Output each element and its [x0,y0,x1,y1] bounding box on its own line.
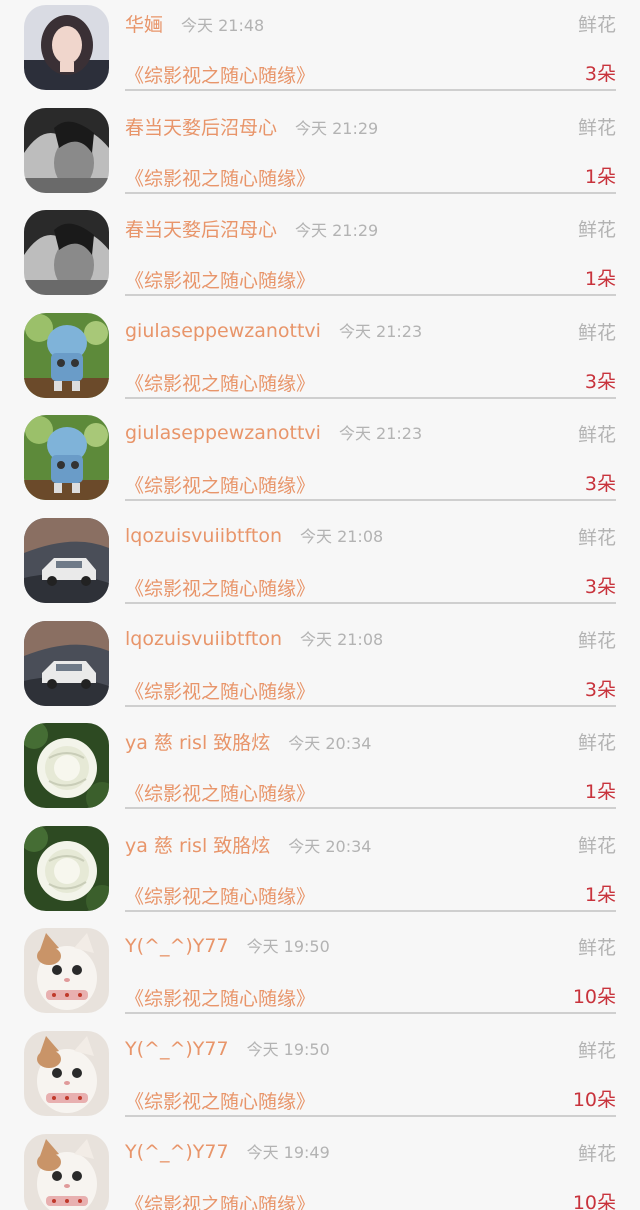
list-item[interactable]: giulaseppewzanottvi 今天 21:23 鲜花 《综影视之随心随缘… [0,410,640,513]
gift-count: 1朵 [584,883,616,906]
gift-type-label: 鲜花 [577,526,616,549]
book-title-link[interactable]: 《综影视之随心随缘》 [125,574,315,601]
book-title-link[interactable]: 《综影视之随心随缘》 [125,1087,315,1114]
book-title-link[interactable]: 《综影视之随心随缘》 [125,471,315,498]
user-name[interactable]: 春当天婺后沼母心 [125,219,277,241]
gift-count: 1朵 [584,268,616,291]
avatar-girl[interactable] [24,5,109,90]
gift-count: 1朵 [584,781,616,804]
timestamp: 今天 21:23 [338,424,423,444]
avatar-car[interactable] [24,517,109,603]
gift-type-label: 鲜花 [577,629,616,652]
book-title-link[interactable]: 《综影视之随心随缘》 [125,984,315,1011]
user-name[interactable]: Y(^_^)Y77 [125,1141,229,1163]
list-item[interactable]: ya 慈 risl 致胳炫 今天 20:34 鲜花 《综影视之随心随缘》 1朵 [0,718,640,821]
timestamp: 今天 21:29 [295,118,379,138]
book-title-link[interactable]: 《综影视之随心随缘》 [125,61,315,88]
divider [125,1114,616,1117]
book-title-link[interactable]: 《综影视之随心随缘》 [125,164,315,191]
timestamp: 今天 21:48 [181,16,265,35]
list-item[interactable]: lqozuisvuiibtfton 今天 21:08 鲜花 《综影视之随心随缘》 … [0,616,640,719]
divider [125,909,616,912]
book-title-link[interactable]: 《综影视之随心随缘》 [125,266,315,293]
user-name[interactable]: lqozuisvuiibtfton [125,628,282,650]
timestamp: 今天 19:50 [246,937,330,957]
avatar-cat[interactable] [24,1030,109,1116]
timestamp: 今天 19:49 [246,1142,330,1162]
divider [125,807,616,810]
gift-type-label: 鲜花 [577,1039,616,1062]
gift-count: 10朵 [572,1088,616,1111]
divider [125,396,616,399]
avatar-cat[interactable] [24,928,109,1014]
timestamp: 今天 19:50 [246,1039,330,1059]
avatar-robot[interactable] [24,312,109,398]
timestamp: 今天 21:29 [295,221,379,241]
divider [125,294,616,297]
list-item[interactable]: Y(^_^)Y77 今天 19:50 鲜花 《综影视之随心随缘》 10朵 [0,923,640,1026]
user-name[interactable]: 华婳 [125,14,163,36]
list-item[interactable]: giulaseppewzanottvi 今天 21:23 鲜花 《综影视之随心随缘… [0,308,640,411]
list-item[interactable]: 春当天婺后沼母心 今天 21:29 鲜花 《综影视之随心随缘》 1朵 [0,103,640,206]
gift-count: 10朵 [572,986,616,1009]
user-name[interactable]: giulaseppewzanottvi [125,422,321,444]
timestamp: 今天 21:08 [299,629,384,649]
list-item[interactable]: lqozuisvuiibtfton 今天 21:08 鲜花 《综影视之随心随缘》 … [0,513,640,616]
list-item[interactable]: Y(^_^)Y77 今天 19:49 鲜花 《综影视之随心随缘》 10朵 [0,1129,640,1210]
avatar-robot[interactable] [24,415,109,501]
avatar-flower[interactable] [24,825,109,911]
avatar-flower[interactable] [24,723,109,809]
timestamp: 今天 21:23 [338,321,423,341]
gift-type-label: 鲜花 [577,116,616,139]
user-name[interactable]: ya 慈 risl 致胳炫 [125,835,270,857]
divider [125,601,616,604]
gift-type-label: 鲜花 [577,1142,616,1165]
divider [125,89,616,91]
book-title-link[interactable]: 《综影视之随心随缘》 [125,779,315,806]
gift-type-label: 鲜花 [577,732,616,755]
user-name[interactable]: ya 慈 risl 致胳炫 [125,732,270,754]
gift-type-label: 鲜花 [577,219,616,242]
gift-type-label: 鲜花 [577,14,616,36]
list-item[interactable]: ya 慈 risl 致胳炫 今天 20:34 鲜花 《综影视之随心随缘》 1朵 [0,821,640,924]
gift-type-label: 鲜花 [577,321,616,344]
gift-count: 3朵 [584,473,616,496]
gift-type-label: 鲜花 [577,834,616,857]
avatar-cat[interactable] [24,1133,109,1210]
user-name[interactable]: 春当天婺后沼母心 [125,117,277,139]
gift-count: 3朵 [584,370,616,393]
divider [125,1012,616,1015]
user-name[interactable]: Y(^_^)Y77 [125,1038,229,1060]
timestamp: 今天 21:08 [299,526,384,546]
avatar-car[interactable] [24,620,109,706]
divider [125,704,616,707]
timestamp: 今天 20:34 [288,836,372,856]
user-name[interactable]: Y(^_^)Y77 [125,935,229,957]
book-title-link[interactable]: 《综影视之随心随缘》 [125,677,315,704]
book-title-link[interactable]: 《综影视之随心随缘》 [125,1190,315,1210]
gift-count: 10朵 [572,1191,616,1210]
user-name[interactable]: giulaseppewzanottvi [125,320,321,342]
avatar-bw-man[interactable] [24,210,109,296]
timestamp: 今天 20:34 [288,734,372,754]
list-item[interactable]: 华婳 今天 21:48 鲜花 《综影视之随心随缘》 3朵 [0,0,640,103]
gift-count: 3朵 [584,575,616,598]
user-name[interactable]: lqozuisvuiibtfton [125,525,282,547]
gift-count: 3朵 [584,678,616,701]
gift-type-label: 鲜花 [577,424,616,447]
gift-count: 3朵 [584,63,616,85]
gift-record-list: 华婳 今天 21:48 鲜花 《综影视之随心随缘》 3朵 春当天婺后沼母心 今天 2… [0,0,640,1210]
book-title-link[interactable]: 《综影视之随心随缘》 [125,369,315,396]
divider [125,499,616,502]
gift-count: 1朵 [584,165,616,188]
list-item[interactable]: 春当天婺后沼母心 今天 21:29 鲜花 《综影视之随心随缘》 1朵 [0,205,640,308]
avatar-bw-man[interactable] [24,107,109,193]
list-item[interactable]: Y(^_^)Y77 今天 19:50 鲜花 《综影视之随心随缘》 10朵 [0,1026,640,1129]
gift-type-label: 鲜花 [577,937,616,960]
divider [125,191,616,194]
book-title-link[interactable]: 《综影视之随心随缘》 [125,882,315,909]
